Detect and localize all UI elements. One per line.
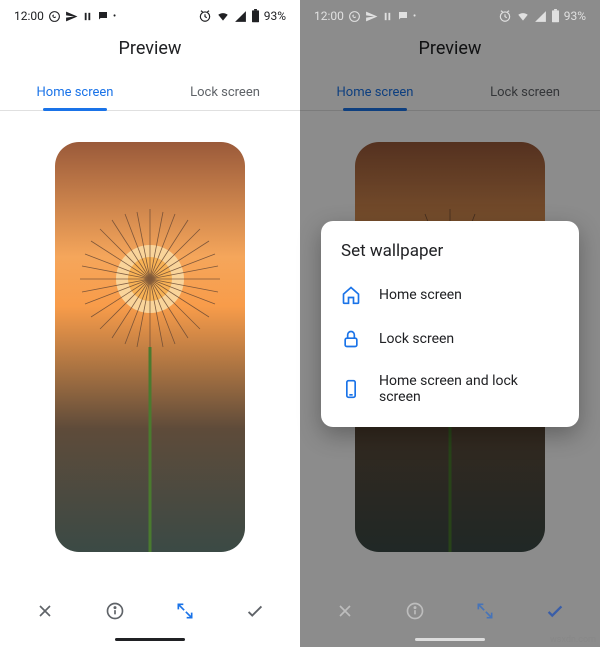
dialog-option-label: Lock screen (379, 331, 454, 347)
home-icon (341, 285, 361, 305)
page-title: Preview (300, 28, 600, 73)
status-time: 12:00 (14, 9, 44, 23)
send-icon (365, 10, 378, 23)
alarm-icon (198, 9, 212, 23)
pause-icon (382, 11, 393, 22)
whatsapp-icon (348, 10, 361, 23)
fullscreen-button[interactable] (165, 591, 205, 631)
status-left: 12:00 • (14, 9, 116, 23)
pause-icon (82, 11, 93, 22)
tab-home-screen[interactable]: Home screen (300, 73, 450, 110)
wifi-icon (216, 9, 230, 23)
tabs: Home screen Lock screen (300, 73, 600, 111)
check-icon (244, 600, 266, 622)
status-right: 93% (198, 9, 286, 23)
lock-icon (341, 329, 361, 349)
nav-handle[interactable] (415, 638, 485, 641)
tab-lock-screen[interactable]: Lock screen (150, 73, 300, 110)
bottom-toolbar (300, 582, 600, 634)
confirm-button[interactable] (235, 591, 275, 631)
wallpaper-preview-left: 12:00 • 93% Preview Home screen Lock scr… (0, 0, 300, 647)
dialog-option-both[interactable]: Home screen and lock screen (321, 361, 579, 417)
watermark: wsxdn.com (550, 635, 596, 645)
close-icon (35, 601, 55, 621)
message-icon (397, 10, 409, 22)
stem (149, 347, 152, 552)
dot-icon: • (113, 11, 116, 22)
confirm-button[interactable] (535, 591, 575, 631)
tab-home-screen[interactable]: Home screen (0, 73, 150, 110)
dialog-option-home[interactable]: Home screen (321, 273, 579, 317)
check-icon (544, 600, 566, 622)
close-button[interactable] (25, 591, 65, 631)
info-button[interactable] (95, 591, 135, 631)
tab-lock-screen[interactable]: Lock screen (450, 73, 600, 110)
close-button[interactable] (325, 591, 365, 631)
close-icon (335, 601, 355, 621)
signal-icon (234, 10, 247, 23)
preview-area (0, 111, 300, 582)
bottom-toolbar (0, 582, 300, 634)
fullscreen-button[interactable] (465, 591, 505, 631)
status-bar: 12:00 • 93% (300, 0, 600, 28)
status-left: 12:00 • (314, 9, 416, 23)
alarm-icon (498, 9, 512, 23)
battery-percent: 93% (264, 9, 286, 23)
battery-percent: 93% (564, 9, 586, 23)
wifi-icon (516, 9, 530, 23)
dialog-option-label: Home screen (379, 287, 462, 303)
dialog-title: Set wallpaper (321, 241, 579, 273)
battery-icon (251, 9, 260, 23)
set-wallpaper-dialog: Set wallpaper Home screen Lock screen Ho… (321, 221, 579, 427)
nav-handle[interactable] (115, 638, 185, 641)
message-icon (97, 10, 109, 22)
phone-icon (341, 379, 361, 399)
signal-icon (534, 10, 547, 23)
wallpaper-preview-image[interactable] (55, 142, 245, 552)
whatsapp-icon (48, 10, 61, 23)
status-bar: 12:00 • 93% (0, 0, 300, 28)
info-icon (105, 601, 125, 621)
send-icon (65, 10, 78, 23)
status-time: 12:00 (314, 9, 344, 23)
info-icon (405, 601, 425, 621)
dialog-option-lock[interactable]: Lock screen (321, 317, 579, 361)
battery-icon (551, 9, 560, 23)
dialog-option-label: Home screen and lock screen (379, 373, 559, 405)
info-button[interactable] (395, 591, 435, 631)
tabs: Home screen Lock screen (0, 73, 300, 111)
status-right: 93% (498, 9, 586, 23)
dandelion-image (75, 204, 225, 354)
page-title: Preview (0, 28, 300, 73)
wallpaper-preview-right: 12:00 • 93% Preview Home screen Lock scr… (300, 0, 600, 647)
fullscreen-icon (475, 601, 495, 621)
fullscreen-icon (175, 601, 195, 621)
dot-icon: • (413, 11, 416, 22)
